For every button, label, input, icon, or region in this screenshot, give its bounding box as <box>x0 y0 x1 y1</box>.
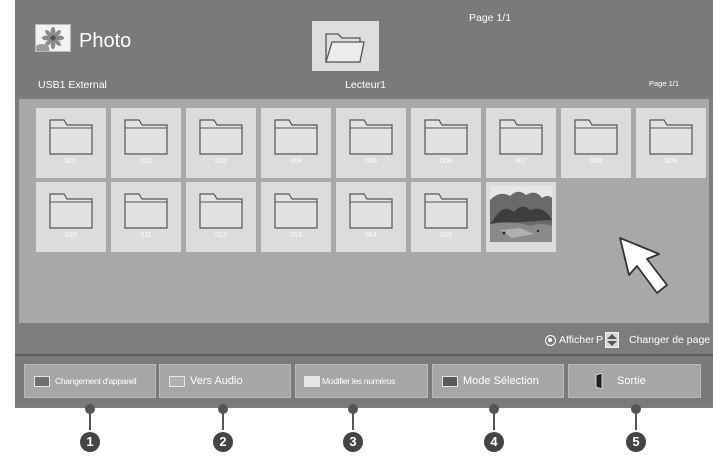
folder-label: 013 <box>290 232 302 239</box>
callout-number: 1 <box>80 432 100 452</box>
folder-label: 007 <box>515 158 527 165</box>
folder-label: 003 <box>215 158 227 165</box>
color-key-swatch <box>169 375 185 387</box>
callout-3: 3 <box>343 404 363 454</box>
folder-tile[interactable]: 012 <box>186 182 256 252</box>
edit-numbers-label: Modifier les numéros <box>322 376 395 386</box>
folder-label: 006 <box>440 158 452 165</box>
folder-tile[interactable]: 010 <box>36 182 106 252</box>
selection-mode-button[interactable]: Mode Sélection <box>432 364 564 398</box>
folder-label: 015 <box>440 232 452 239</box>
change-device-button[interactable]: Changement d'appareil <box>24 364 156 398</box>
selection-mode-label: Mode Sélection <box>463 375 539 387</box>
change-device-label: Changement d'appareil <box>55 376 137 386</box>
to-audio-button[interactable]: Vers Audio <box>159 364 291 398</box>
color-key-swatch <box>34 375 50 387</box>
callout-number: 2 <box>213 432 233 452</box>
photo-thumbnail[interactable] <box>486 182 556 252</box>
to-audio-label: Vers Audio <box>190 375 243 387</box>
folder-tile[interactable]: 001 <box>36 108 106 178</box>
color-key-swatch <box>304 375 320 387</box>
exit-button[interactable]: Sortie <box>568 364 701 398</box>
folder-tile[interactable]: 009 <box>636 108 706 178</box>
bottom-button-bar: Changement d'appareil Vers Audio Modifie… <box>15 354 713 406</box>
page-indicator: Page 1/1 <box>649 79 680 88</box>
color-key-swatch <box>442 375 458 387</box>
callout-number: 4 <box>484 432 504 452</box>
page-up-down-icon <box>605 332 619 348</box>
page-indicator-top: Page 1/1 <box>469 12 512 24</box>
hint-change-page-label: Changer de page <box>629 334 711 346</box>
folder-tile[interactable]: 006 <box>411 108 481 178</box>
folder-label: 002 <box>140 158 152 165</box>
folder-label: 010 <box>65 232 77 239</box>
exit-door-icon <box>595 373 603 389</box>
pointer-cursor-icon <box>619 237 668 294</box>
folder-tile[interactable]: 013 <box>261 182 331 252</box>
folder-tile[interactable]: 007 <box>486 108 556 178</box>
header: Photo USB1 External Lecteur1 Page 1/1 Pa… <box>15 0 713 97</box>
exit-label: Sortie <box>617 375 646 387</box>
folder-label: 014 <box>365 232 377 239</box>
callout-5: 5 <box>626 404 646 454</box>
folder-tile[interactable]: 014 <box>336 182 406 252</box>
folder-tile[interactable]: 008 <box>561 108 631 178</box>
folder-label: 012 <box>215 232 227 239</box>
folder-tile[interactable]: 005 <box>336 108 406 178</box>
callout-4: 4 <box>484 404 504 454</box>
callout-number: 3 <box>343 432 363 452</box>
ok-button-icon <box>545 335 556 346</box>
navigation-hints: Afficher P Changer de page <box>15 330 713 352</box>
file-grid: 001 002 003 004 005 006 007 008 009 010 … <box>19 99 709 323</box>
folder-tile[interactable]: 015 <box>411 182 481 252</box>
hint-p-label: P <box>596 334 604 346</box>
folder-label: 009 <box>665 158 677 165</box>
folder-label: 011 <box>140 232 152 239</box>
folder-label: 001 <box>65 158 77 165</box>
photo-app-icon <box>35 24 71 52</box>
tv-screen: Photo USB1 External Lecteur1 Page 1/1 Pa… <box>15 0 713 408</box>
app-title: Photo <box>79 30 132 52</box>
folder-tile[interactable]: 002 <box>111 108 181 178</box>
callout-2: 2 <box>213 404 233 454</box>
folder-tile[interactable]: 011 <box>111 182 181 252</box>
current-folder-icon <box>312 21 379 71</box>
folder-tile[interactable]: 004 <box>261 108 331 178</box>
folder-tile[interactable]: 003 <box>186 108 256 178</box>
callout-1: 1 <box>80 404 100 454</box>
folder-label: 004 <box>290 158 302 165</box>
folder-label: 008 <box>590 158 602 165</box>
current-folder-name: Lecteur1 <box>345 79 386 91</box>
callout-number: 5 <box>626 432 646 452</box>
hint-show-label: Afficher <box>559 334 595 346</box>
edit-numbers-button[interactable]: Modifier les numéros <box>295 364 428 398</box>
folder-label: 005 <box>365 158 377 165</box>
